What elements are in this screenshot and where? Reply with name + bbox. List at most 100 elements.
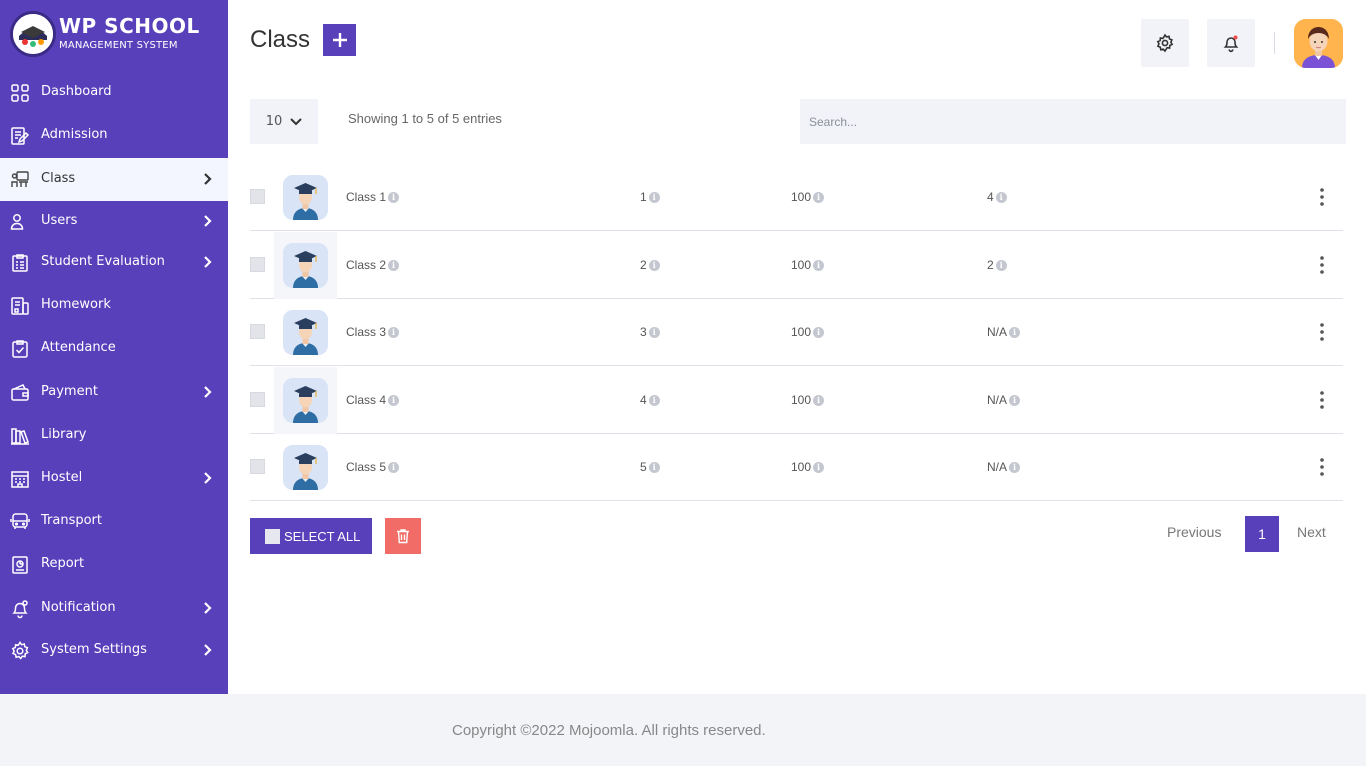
info-icon[interactable]: i bbox=[995, 191, 1007, 203]
table-row[interactable]: Class 3 i 3 i 100 i N/A i bbox=[250, 299, 1343, 366]
class-numeric-cell: 5i bbox=[640, 460, 660, 474]
info-icon[interactable]: i bbox=[813, 191, 825, 203]
table-row[interactable]: Class 4 i 4 i 100 i N/A i bbox=[250, 367, 1343, 434]
class-name-cell: Class 1i bbox=[346, 190, 400, 204]
sidebar-item-system-settings[interactable]: System Settings bbox=[0, 629, 228, 672]
row-checkbox[interactable] bbox=[250, 459, 265, 474]
chevron-right-icon bbox=[204, 602, 212, 614]
sidebar-item-report[interactable]: Report bbox=[0, 543, 228, 586]
sidebar-item-hostel[interactable]: Hostel bbox=[0, 457, 228, 500]
delete-button[interactable] bbox=[385, 518, 421, 554]
sidebar-item-users[interactable]: Users bbox=[0, 200, 228, 243]
info-icon[interactable]: i bbox=[388, 326, 400, 338]
sidebar-item-student-evaluation[interactable]: Student Evaluation bbox=[0, 241, 228, 284]
add-class-button[interactable] bbox=[323, 24, 356, 56]
trash-icon bbox=[397, 529, 409, 544]
chevron-right-icon bbox=[204, 215, 212, 227]
info-icon[interactable]: i bbox=[388, 394, 400, 406]
sidebar-item-admission[interactable]: Admission bbox=[0, 114, 228, 157]
sidebar-item-homework[interactable]: Homework bbox=[0, 284, 228, 327]
capacity-cell: 100 i bbox=[791, 460, 825, 474]
sidebar-item-label: Library bbox=[41, 427, 87, 442]
info-icon[interactable]: i bbox=[388, 259, 400, 271]
students-cell: N/A i bbox=[987, 460, 1021, 474]
table-row[interactable]: Class 5 i 5 i 100 i N/A i bbox=[250, 434, 1343, 501]
info-icon[interactable]: i bbox=[1009, 326, 1021, 338]
more-actions-icon[interactable] bbox=[1316, 322, 1328, 342]
sidebar-item-dashboard[interactable]: Dashboard bbox=[0, 71, 228, 114]
pagination-page-1[interactable]: 1 bbox=[1245, 516, 1279, 552]
more-actions-icon[interactable] bbox=[1316, 457, 1328, 477]
sidebar-item-notification[interactable]: Notification bbox=[0, 587, 228, 630]
class-name-cell: Class 2i bbox=[346, 258, 400, 272]
students-cell: N/A i bbox=[987, 325, 1021, 339]
page-length-select[interactable]: 10 bbox=[250, 99, 318, 144]
footer-copyright: Copyright ©2022 Mojoomla. All rights res… bbox=[452, 722, 766, 739]
sidebar-item-library[interactable]: Library bbox=[0, 414, 228, 457]
row-checkbox[interactable] bbox=[250, 257, 265, 272]
user-icon bbox=[10, 214, 24, 230]
class-name-cell: Class 3i bbox=[346, 325, 400, 339]
class-numeric: 3 bbox=[640, 325, 647, 339]
sidebar-item-label: Class bbox=[41, 171, 76, 186]
info-icon[interactable]: i bbox=[1009, 394, 1021, 406]
books-icon bbox=[11, 428, 29, 445]
search-input[interactable] bbox=[800, 99, 1346, 144]
grid-icon bbox=[11, 84, 29, 102]
select-all-button[interactable]: SELECT ALL bbox=[250, 518, 372, 554]
sidebar-item-class[interactable]: Class bbox=[0, 158, 228, 201]
more-actions-icon[interactable] bbox=[1316, 187, 1328, 207]
sidebar-item-transport[interactable]: Transport bbox=[0, 500, 228, 543]
info-icon[interactable]: i bbox=[813, 461, 825, 473]
more-actions-icon[interactable] bbox=[1316, 390, 1328, 410]
more-actions-icon[interactable] bbox=[1316, 255, 1328, 275]
pagination-next[interactable]: Next bbox=[1297, 524, 1326, 540]
homework-icon bbox=[11, 297, 29, 315]
graduate-icon bbox=[283, 445, 328, 490]
sidebar-item-label: Hostel bbox=[41, 470, 83, 485]
class-capacity: 100 bbox=[791, 393, 812, 407]
settings-button[interactable] bbox=[1141, 19, 1189, 67]
entries-info: Showing 1 to 5 of 5 entries bbox=[348, 111, 502, 126]
info-icon[interactable]: i bbox=[813, 394, 825, 406]
info-icon[interactable]: i bbox=[1009, 461, 1021, 473]
classroom-icon bbox=[11, 171, 29, 187]
class-numeric: 5 bbox=[640, 460, 647, 474]
student-count: 2 bbox=[987, 258, 994, 272]
info-icon[interactable]: i bbox=[648, 191, 660, 203]
row-checkbox[interactable] bbox=[250, 392, 265, 407]
table-row[interactable]: Class 2 i 2 i 100 i 2 i bbox=[250, 232, 1343, 299]
sidebar-item-payment[interactable]: Payment bbox=[0, 371, 228, 414]
user-avatar[interactable] bbox=[1294, 19, 1343, 68]
class-name: Class 2 bbox=[346, 258, 387, 272]
info-icon[interactable]: i bbox=[995, 259, 1007, 271]
chevron-right-icon bbox=[204, 386, 212, 398]
row-checkbox[interactable] bbox=[250, 324, 265, 339]
info-icon[interactable]: i bbox=[813, 259, 825, 271]
row-checkbox[interactable] bbox=[250, 189, 265, 204]
graduate-icon bbox=[283, 175, 328, 220]
table-row[interactable]: Class 1 i 1 i 100 i 4 i bbox=[250, 164, 1343, 231]
sidebar-item-label: Homework bbox=[41, 297, 111, 312]
page-length-value: 10 bbox=[265, 114, 283, 129]
bus-icon bbox=[10, 513, 30, 529]
capacity-cell: 100 i bbox=[791, 393, 825, 407]
info-icon[interactable]: i bbox=[648, 326, 660, 338]
page-title: Class bbox=[250, 26, 311, 53]
class-capacity: 100 bbox=[791, 258, 812, 272]
chevron-right-icon bbox=[204, 644, 212, 656]
select-all-checkbox[interactable] bbox=[265, 528, 280, 544]
sidebar-item-label: Attendance bbox=[41, 340, 116, 355]
gear-icon bbox=[1156, 33, 1174, 53]
info-icon[interactable]: i bbox=[648, 259, 660, 271]
info-icon[interactable]: i bbox=[648, 394, 660, 406]
class-name: Class 1 bbox=[346, 190, 387, 204]
notification-button[interactable] bbox=[1207, 19, 1255, 67]
sidebar-item-attendance[interactable]: Attendance bbox=[0, 327, 228, 370]
info-icon[interactable]: i bbox=[388, 461, 400, 473]
info-icon[interactable]: i bbox=[648, 461, 660, 473]
brand-logo[interactable]: WP SCHOOL MANAGEMENT SYSTEM bbox=[10, 11, 220, 57]
info-icon[interactable]: i bbox=[813, 326, 825, 338]
info-icon[interactable]: i bbox=[388, 191, 400, 203]
pagination-previous[interactable]: Previous bbox=[1167, 524, 1221, 540]
